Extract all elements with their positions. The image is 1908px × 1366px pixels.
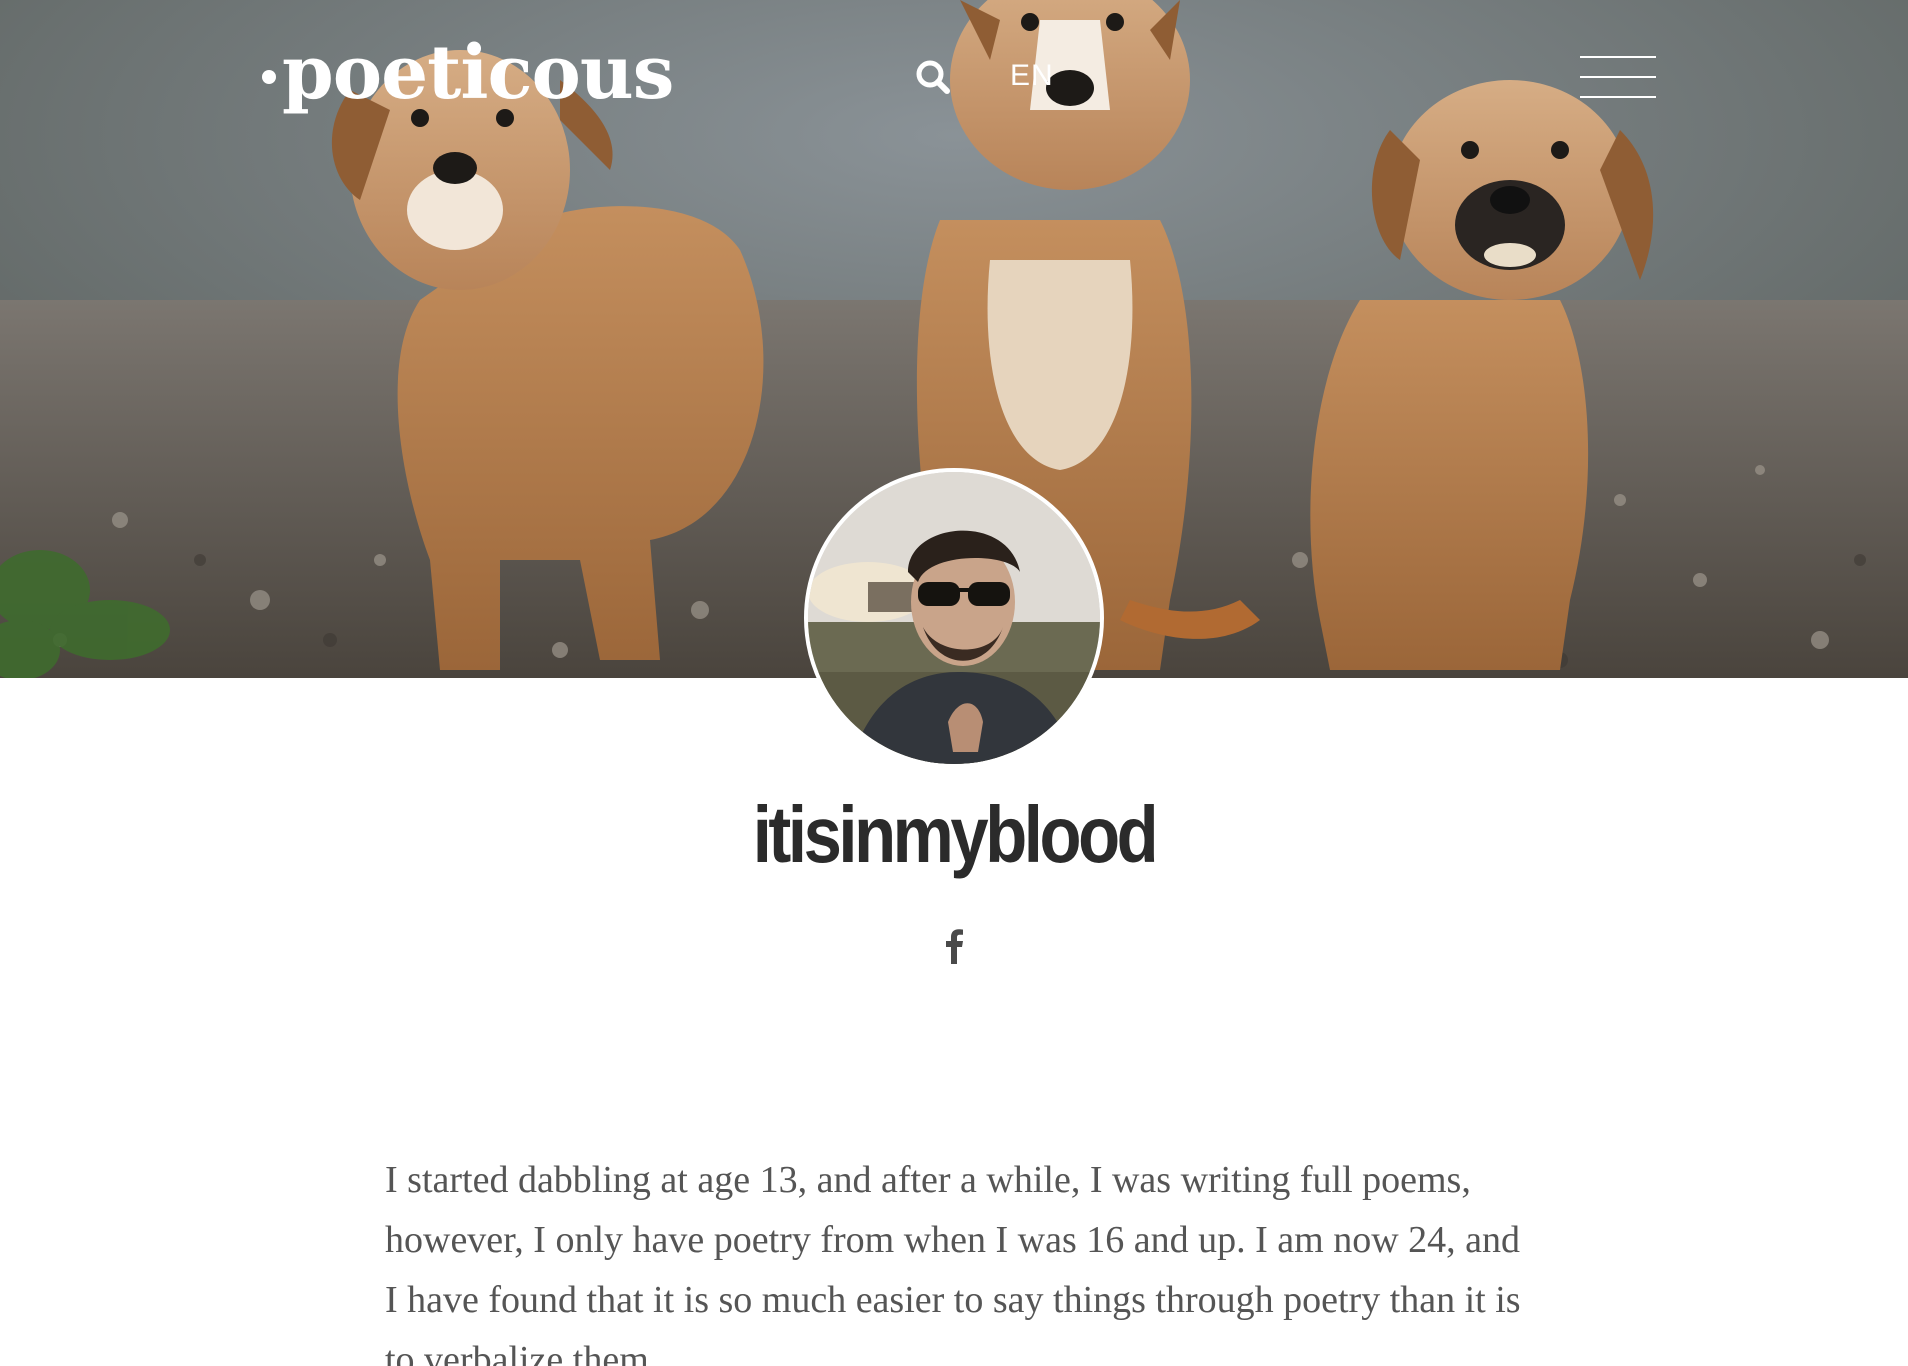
profile-bio: I started dabbling at age 13, and after … xyxy=(385,1159,1521,1366)
language-selector[interactable]: EN xyxy=(1010,54,1054,98)
avatar[interactable] xyxy=(804,468,1104,768)
menu-line xyxy=(1580,96,1656,98)
search-button[interactable] xyxy=(912,56,956,100)
hamburger-menu-button[interactable] xyxy=(1580,54,1656,102)
logo-dot xyxy=(262,70,276,84)
hamburger-menu-icon xyxy=(1580,56,1656,58)
facebook-icon xyxy=(946,929,963,964)
profile-username: itisinmyblood xyxy=(752,790,1159,879)
avatar-photo xyxy=(808,472,1100,764)
facebook-link[interactable] xyxy=(938,924,970,964)
profile-page: poeticous EN itisinmyblood I started dab… xyxy=(0,0,1908,1366)
site-logo[interactable]: poeticous xyxy=(262,28,674,118)
search-icon xyxy=(916,60,950,94)
logo-text: poeticous xyxy=(282,30,674,116)
menu-line xyxy=(1580,76,1656,78)
